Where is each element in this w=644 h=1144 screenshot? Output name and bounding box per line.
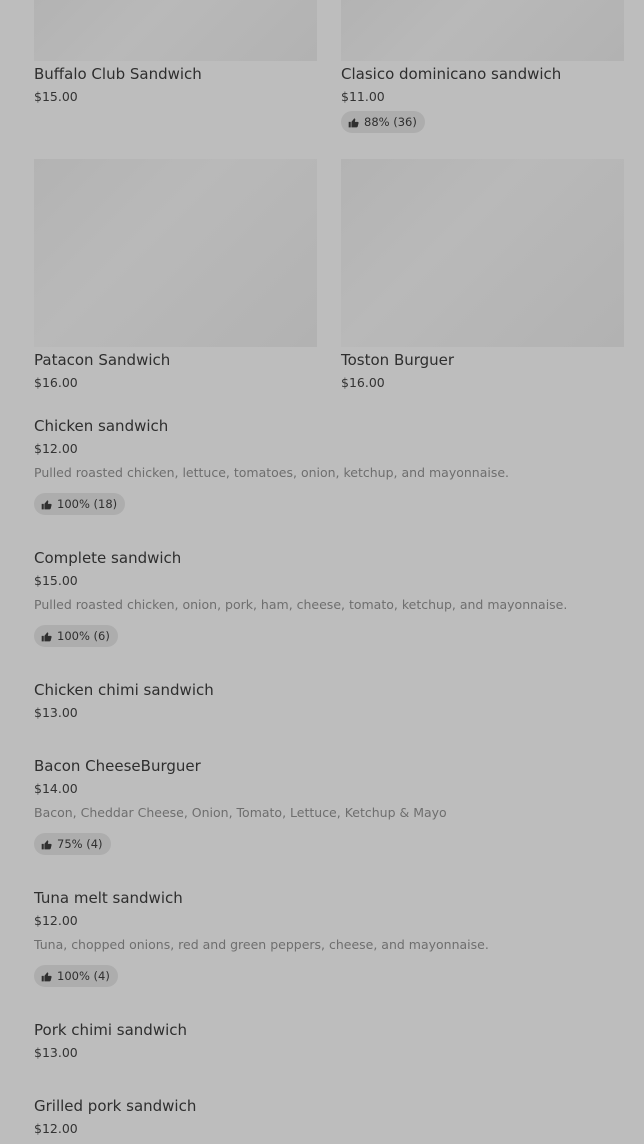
rating-badge: 88% (36) bbox=[341, 111, 425, 133]
menu-list-item-pork-chimi[interactable]: Pork chimi sandwich $13.00 bbox=[34, 1020, 624, 1068]
item-image[interactable] bbox=[341, 159, 624, 347]
rating-text: 100% (6) bbox=[57, 629, 110, 643]
menu-card-buffalo-club[interactable]: Buffalo Club Sandwich $15.00 bbox=[34, 0, 317, 110]
menu-card-patacon[interactable]: Patacon Sandwich $16.00 bbox=[34, 159, 317, 399]
thumbs-up-icon bbox=[41, 631, 52, 642]
menu-card-clasico-dominicano[interactable]: Clasico dominicano sandwich $11.00 88% (… bbox=[341, 0, 624, 140]
menu-list-item-grilled-pork[interactable]: Grilled pork sandwich $12.00 bbox=[34, 1096, 624, 1144]
rating-text: 100% (18) bbox=[57, 497, 118, 511]
menu-list-item-chicken-chimi[interactable]: Chicken chimi sandwich $13.00 bbox=[34, 680, 624, 728]
item-title: Bacon CheeseBurguer bbox=[34, 757, 201, 775]
rating-text: 88% (36) bbox=[364, 115, 417, 129]
item-image[interactable] bbox=[34, 159, 317, 347]
item-image[interactable] bbox=[341, 0, 624, 61]
item-title: Chicken sandwich bbox=[34, 417, 169, 435]
item-price: $12.00 bbox=[34, 913, 78, 928]
item-price: $15.00 bbox=[34, 573, 78, 588]
item-title: Grilled pork sandwich bbox=[34, 1097, 197, 1115]
item-price: $15.00 bbox=[34, 89, 78, 104]
item-price: $11.00 bbox=[341, 89, 385, 104]
item-title: Toston Burguer bbox=[341, 351, 455, 369]
menu-list-item-complete-sandwich[interactable]: Complete sandwich $15.00 Pulled roasted … bbox=[34, 548, 624, 652]
item-price: $13.00 bbox=[34, 705, 78, 720]
thumbs-up-icon bbox=[41, 839, 52, 850]
item-title: Patacon Sandwich bbox=[34, 351, 171, 369]
rating-badge: 100% (6) bbox=[34, 625, 118, 647]
item-title: Pork chimi sandwich bbox=[34, 1021, 188, 1039]
item-price: $16.00 bbox=[34, 375, 78, 390]
item-title: Tuna melt sandwich bbox=[34, 889, 183, 907]
menu-list-item-bacon-cheeseburguer[interactable]: Bacon CheeseBurguer $14.00 Bacon, Chedda… bbox=[34, 756, 624, 860]
thumbs-up-icon bbox=[348, 117, 359, 128]
item-title: Clasico dominicano sandwich bbox=[341, 65, 562, 83]
item-title: Complete sandwich bbox=[34, 549, 182, 567]
item-description: Pulled roasted chicken, onion, pork, ham… bbox=[34, 597, 568, 612]
item-price: $12.00 bbox=[34, 441, 78, 456]
menu-list-item-tuna-melt[interactable]: Tuna melt sandwich $12.00 Tuna, chopped … bbox=[34, 888, 624, 992]
rating-text: 75% (4) bbox=[57, 837, 103, 851]
item-price: $13.00 bbox=[34, 1045, 78, 1060]
rating-badge: 75% (4) bbox=[34, 833, 111, 855]
item-title: Buffalo Club Sandwich bbox=[34, 65, 202, 83]
rating-text: 100% (4) bbox=[57, 969, 110, 983]
rating-badge: 100% (18) bbox=[34, 493, 126, 515]
thumbs-up-icon bbox=[41, 971, 52, 982]
menu-list-item-chicken-sandwich[interactable]: Chicken sandwich $12.00 Pulled roasted c… bbox=[34, 416, 624, 520]
menu-card-toston-burguer[interactable]: Toston Burguer $16.00 bbox=[341, 159, 624, 399]
item-title: Chicken chimi sandwich bbox=[34, 681, 214, 699]
rating-badge: 100% (4) bbox=[34, 965, 118, 987]
item-description: Pulled roasted chicken, lettuce, tomatoe… bbox=[34, 465, 510, 480]
item-description: Bacon, Cheddar Cheese, Onion, Tomato, Le… bbox=[34, 805, 447, 820]
item-image[interactable] bbox=[34, 0, 317, 61]
thumbs-up-icon bbox=[41, 499, 52, 510]
item-price: $14.00 bbox=[34, 781, 78, 796]
item-description: Tuna, chopped onions, red and green pepp… bbox=[34, 937, 489, 952]
item-price: $12.00 bbox=[34, 1121, 78, 1136]
item-price: $16.00 bbox=[341, 375, 385, 390]
